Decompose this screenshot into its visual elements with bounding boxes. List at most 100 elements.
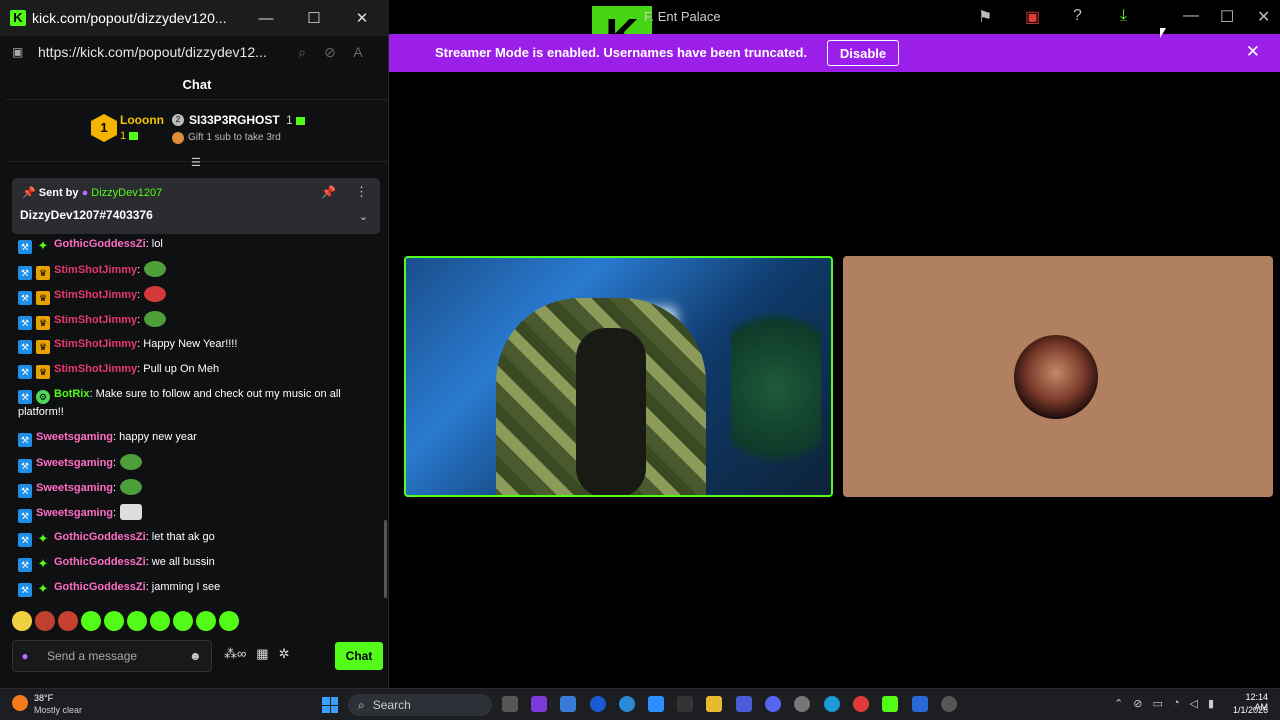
pinned-sender-name[interactable]: DizzyDev1207 — [91, 187, 162, 199]
file-explorer-icon[interactable] — [706, 696, 722, 712]
mouse-cursor-icon — [1160, 28, 1166, 38]
url-bar[interactable]: ▣ https://kick.com/popout/dizzydev12... … — [6, 38, 384, 66]
kick-app-icon[interactable] — [882, 696, 898, 712]
quick-emote-icon[interactable] — [104, 611, 124, 631]
filter-icon[interactable]: ☰ — [191, 156, 201, 169]
emote-icon — [120, 504, 143, 520]
chat-text: : lol — [145, 238, 163, 250]
chat-username[interactable]: StimShotJimmy — [54, 264, 137, 276]
quick-emote-icon[interactable] — [35, 611, 55, 631]
chat-username[interactable]: StimShotJimmy — [54, 314, 137, 326]
chat-scrollbar[interactable] — [384, 520, 387, 598]
maps-icon[interactable] — [853, 696, 869, 712]
app-icon-2[interactable] — [912, 696, 928, 712]
mic-icon[interactable]: ● — [13, 649, 37, 663]
zoom-icon[interactable]: ⌕ — [288, 44, 316, 61]
chat-message: ⚒ ✦ GothicGoddessZi: we all bussin — [18, 554, 368, 572]
banner-close-icon[interactable]: ✕ — [1246, 42, 1260, 62]
quick-emote-icon[interactable] — [12, 611, 32, 631]
flag-icon[interactable]: ⚑ — [978, 7, 992, 27]
chat-username[interactable]: GothicGoddessZi — [54, 581, 146, 593]
help-icon[interactable]: ? — [1073, 7, 1082, 25]
minimize-button[interactable]: — — [242, 0, 290, 36]
copilot-icon[interactable] — [560, 696, 576, 712]
chat-input-placeholder[interactable]: Send a message — [47, 649, 189, 663]
maximize-button[interactable]: ☐ — [1220, 7, 1234, 27]
send-chat-button[interactable]: Chat — [335, 642, 383, 670]
unpin-icon[interactable]: 📌 — [321, 185, 336, 199]
chat-username[interactable]: Sweetsgaming — [36, 431, 113, 443]
tracking-prevention-icon[interactable]: ⊘ — [316, 44, 344, 61]
chat-message: ⚒ ✦ GothicGoddessZi: jamming I see — [18, 579, 368, 597]
chat-username[interactable]: GothicGoddessZi — [54, 238, 146, 250]
chat-username[interactable]: StimShotJimmy — [54, 363, 137, 375]
kicks-icon[interactable]: ⁂∞ — [224, 646, 246, 662]
teams-icon[interactable] — [531, 696, 547, 712]
bot-badge-icon: ⚙ — [36, 390, 50, 404]
chat-username[interactable]: StimShotJimmy — [54, 338, 137, 350]
chat-username[interactable]: Sweetsgaming — [36, 482, 113, 494]
tray-app-icon[interactable]: ▭ — [1152, 697, 1162, 710]
maximize-button[interactable]: ☐ — [290, 0, 338, 36]
quick-emote-icon[interactable] — [58, 611, 78, 631]
more-options-icon[interactable]: ⋮ — [355, 184, 368, 200]
taskbar-search[interactable]: ⌕ Search — [348, 694, 492, 716]
quick-emote-icon[interactable] — [127, 611, 147, 631]
weather-temperature[interactable]: 38°F — [34, 693, 53, 703]
chat-username[interactable]: StimShotJimmy — [54, 289, 137, 301]
close-button[interactable]: ✕ — [1257, 7, 1270, 27]
task-view-icon[interactable] — [502, 696, 518, 712]
app-icon[interactable] — [736, 696, 752, 712]
edge-icon[interactable] — [824, 696, 840, 712]
discord-icon[interactable] — [765, 696, 781, 712]
chat-text: : — [113, 482, 117, 494]
quick-emote-icon[interactable] — [150, 611, 170, 631]
chat-input[interactable]: ● Send a message ☻ — [12, 640, 212, 672]
screen-record-icon[interactable]: ▣ — [1025, 7, 1040, 27]
quick-emote-icon[interactable] — [196, 611, 216, 631]
start-button-icon[interactable] — [322, 697, 338, 713]
settings-app-icon[interactable] — [794, 696, 810, 712]
quick-emote-icon[interactable] — [219, 611, 239, 631]
emoji-picker-icon[interactable]: ☻ — [189, 649, 211, 663]
chat-username[interactable]: Sweetsgaming — [36, 457, 113, 469]
site-info-icon[interactable]: ▣ — [12, 45, 28, 59]
weather-condition[interactable]: Mostly clear — [34, 705, 82, 715]
disable-streamer-mode-button[interactable]: Disable — [827, 40, 899, 66]
settings-gear-icon[interactable]: ✲ — [279, 646, 290, 662]
leaderboard-second-name[interactable]: SI33P3RGHOST — [189, 113, 280, 127]
chevron-down-icon[interactable]: ⌄ — [359, 210, 368, 223]
pinned-message[interactable]: 📌 Sent by ● DizzyDev1207 DizzyDev1207#74… — [12, 178, 380, 234]
chrome-icon[interactable] — [619, 696, 635, 712]
chat-username[interactable]: BotRix — [54, 388, 89, 400]
crown-badge-icon: ♛ — [36, 316, 50, 330]
participant-audio-tile[interactable] — [843, 256, 1273, 497]
chat-username[interactable]: Sweetsgaming — [36, 507, 113, 519]
leaderboard-first-name[interactable]: Looonn — [120, 113, 164, 127]
participant-video-tile[interactable] — [404, 256, 833, 497]
zoom-app-icon[interactable] — [648, 696, 664, 712]
hp-icon[interactable] — [590, 696, 606, 712]
sparkle-badge-icon: ✦ — [37, 531, 49, 546]
chat-username[interactable]: GothicGoddessZi — [54, 556, 146, 568]
minimize-button[interactable]: — — [1183, 7, 1199, 25]
store-icon[interactable]: ▦ — [256, 646, 268, 662]
clock-date[interactable]: 1/1/2026 — [1232, 705, 1268, 715]
close-button[interactable]: ✕ — [338, 0, 386, 36]
read-aloud-icon[interactable]: A — [344, 44, 372, 60]
gift-prompt[interactable]: Gift 1 sub to take 3rd — [188, 132, 281, 143]
pin-small-icon: 📌 — [22, 187, 36, 199]
download-icon[interactable]: ⤓ — [1120, 7, 1127, 25]
wifi-icon[interactable]: ◔ — [1173, 697, 1180, 710]
url-text[interactable]: https://kick.com/popout/dizzydev12... — [38, 44, 288, 60]
weather-icon[interactable] — [12, 695, 28, 711]
network-off-icon[interactable]: ⊘ — [1133, 697, 1142, 710]
battery-icon[interactable]: ▮ — [1208, 697, 1214, 710]
volume-icon[interactable]: ◁ — [1190, 697, 1198, 710]
quick-emote-icon[interactable] — [81, 611, 101, 631]
quick-emote-icon[interactable] — [173, 611, 193, 631]
store-app-icon[interactable] — [677, 696, 693, 712]
chat-username[interactable]: GothicGoddessZi — [54, 531, 146, 543]
media-player-icon[interactable] — [941, 696, 957, 712]
tray-chevron-icon[interactable]: ⌃ — [1114, 697, 1123, 710]
